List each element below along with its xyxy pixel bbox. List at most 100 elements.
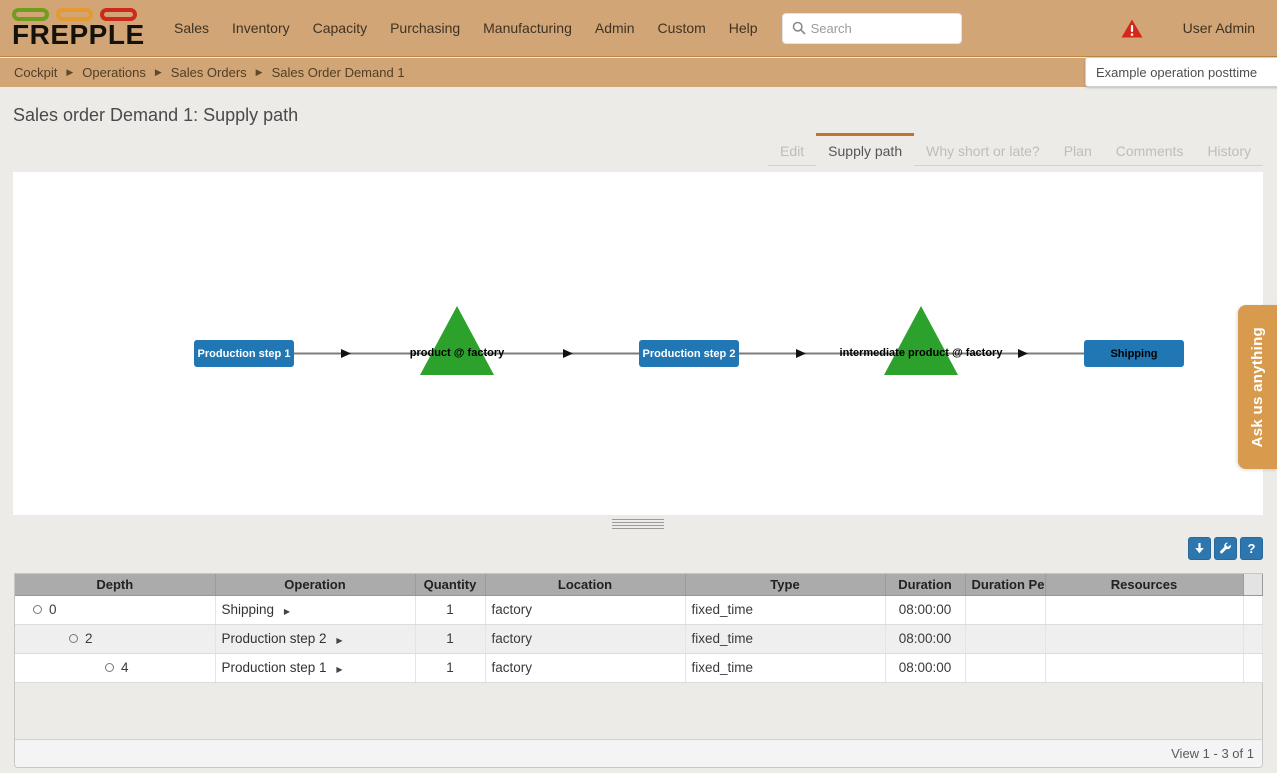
tree-node-icon[interactable]: [33, 605, 42, 614]
column-header-depth[interactable]: Depth: [15, 574, 215, 595]
tab-why-short-or-late[interactable]: Why short or late?: [914, 133, 1052, 166]
operation-menu-caret-icon[interactable]: ▶: [336, 636, 342, 645]
customize-button[interactable]: [1214, 537, 1237, 560]
logo-text: FREPPLE: [12, 22, 148, 48]
tab-bar: Edit Supply path Why short or late? Plan…: [768, 133, 1263, 166]
menu-item-sales[interactable]: Sales: [174, 20, 209, 36]
scrollbar-spacer: [1243, 574, 1262, 595]
main-menu: Sales Inventory Capacity Purchasing Manu…: [174, 20, 758, 36]
grid-pager: View 1 - 3 of 1: [15, 739, 1262, 767]
column-header-duration[interactable]: Duration: [885, 574, 965, 595]
tab-plan[interactable]: Plan: [1052, 133, 1104, 166]
search-icon: [792, 21, 806, 35]
buffer-label-intermediate-product-factory[interactable]: intermediate product @ factory: [840, 347, 1003, 359]
alert-triangle-icon[interactable]: [1121, 19, 1143, 38]
tab-supply-path[interactable]: Supply path: [816, 133, 914, 166]
user-menu[interactable]: User Admin: [1183, 20, 1255, 36]
type-cell: fixed_time: [685, 595, 885, 624]
type-cell: fixed_time: [685, 653, 885, 682]
frepple-logo[interactable]: FREPPLE: [12, 8, 148, 48]
duration-cell: 08:00:00: [885, 624, 965, 653]
menu-item-help[interactable]: Help: [729, 20, 758, 36]
navbar-right: User Admin: [1121, 19, 1255, 38]
type-cell: fixed_time: [685, 624, 885, 653]
depth-cell: 2: [21, 625, 209, 653]
scenario-info-box[interactable]: Example operation posttime: [1085, 57, 1277, 87]
operation-link-production-step-1[interactable]: Production step 1: [222, 660, 327, 675]
operation-menu-caret-icon[interactable]: ▶: [284, 607, 290, 616]
grid-table: Depth Operation Quantity Location Type D…: [15, 574, 1263, 683]
menu-item-admin[interactable]: Admin: [595, 20, 635, 36]
column-header-resources[interactable]: Resources: [1045, 574, 1243, 595]
operation-link-production-step-2[interactable]: Production step 2: [222, 631, 327, 646]
duration-per-cell: [965, 595, 1045, 624]
supply-path-diagram: Production step 1 product @ factory Prod…: [13, 172, 1263, 515]
location-cell: factory: [485, 595, 685, 624]
grid-header-row: Depth Operation Quantity Location Type D…: [15, 574, 1262, 595]
search-input[interactable]: [811, 21, 952, 36]
buffer-node-product-factory[interactable]: [420, 306, 494, 375]
spacer-cell: [1243, 624, 1262, 653]
tab-comments[interactable]: Comments: [1104, 133, 1196, 166]
location-cell: factory: [485, 653, 685, 682]
panel-resize-handle[interactable]: [612, 519, 664, 531]
spacer-cell: [1243, 653, 1262, 682]
grid-empty-area: [15, 683, 1262, 739]
supply-path-grid: Depth Operation Quantity Location Type D…: [14, 573, 1263, 768]
breadcrumb-sep-icon: ▶: [155, 67, 162, 78]
breadcrumb-cockpit[interactable]: Cockpit: [14, 65, 57, 80]
breadcrumb-sales-orders[interactable]: Sales Orders: [171, 65, 247, 80]
download-button[interactable]: [1188, 537, 1211, 560]
column-header-duration-per[interactable]: Duration Per Unit: [965, 574, 1045, 595]
breadcrumb-sales-order-demand-1[interactable]: Sales Order Demand 1: [272, 65, 405, 80]
grid-toolbar: ?: [1188, 537, 1263, 560]
menu-item-custom[interactable]: Custom: [658, 20, 706, 36]
wrench-icon: [1219, 542, 1232, 555]
menu-item-capacity[interactable]: Capacity: [313, 20, 367, 36]
tab-history[interactable]: History: [1195, 133, 1263, 166]
resources-cell: [1045, 595, 1243, 624]
duration-cell: 08:00:00: [885, 595, 965, 624]
table-row-production-step-2: 2 Production step 2 ▶ 1 factory fixed_ti…: [15, 624, 1262, 653]
resources-cell: [1045, 653, 1243, 682]
operation-node-production-step-2[interactable]: Production step 2: [639, 340, 739, 367]
operation-node-production-step-1[interactable]: Production step 1: [194, 340, 294, 367]
column-header-location[interactable]: Location: [485, 574, 685, 595]
menu-item-purchasing[interactable]: Purchasing: [390, 20, 460, 36]
resources-cell: [1045, 624, 1243, 653]
breadcrumb-operations[interactable]: Operations: [82, 65, 146, 80]
table-row-shipping: 0 Shipping ▶ 1 factory fixed_time 08:00:…: [15, 595, 1262, 624]
download-arrow-icon: [1193, 542, 1206, 555]
operation-link-shipping[interactable]: Shipping: [222, 602, 275, 617]
duration-cell: 08:00:00: [885, 653, 965, 682]
column-header-quantity[interactable]: Quantity: [415, 574, 485, 595]
depth-value: 4: [121, 660, 129, 675]
breadcrumb-sep-icon: ▶: [66, 67, 73, 78]
tree-node-icon[interactable]: [69, 634, 78, 643]
buffer-node-intermediate-product-factory[interactable]: [884, 306, 958, 375]
tab-edit[interactable]: Edit: [768, 133, 816, 166]
menu-item-inventory[interactable]: Inventory: [232, 20, 290, 36]
page-title: Sales order Demand 1: Supply path: [13, 105, 298, 126]
feedback-tab-label: Ask us anything: [1249, 327, 1266, 447]
search-box[interactable]: [782, 13, 962, 44]
frepple-app: FREPPLE Sales Inventory Capacity Purchas…: [0, 0, 1277, 773]
location-cell: factory: [485, 624, 685, 653]
feedback-tab[interactable]: Ask us anything: [1238, 305, 1277, 469]
operation-menu-caret-icon[interactable]: ▶: [336, 665, 342, 674]
column-header-type[interactable]: Type: [685, 574, 885, 595]
operation-node-shipping[interactable]: Shipping: [1084, 340, 1184, 367]
top-navbar: FREPPLE Sales Inventory Capacity Purchas…: [0, 0, 1277, 57]
tree-node-icon[interactable]: [105, 663, 114, 672]
breadcrumb: Cockpit ▶ Operations ▶ Sales Orders ▶ Sa…: [0, 58, 1277, 87]
duration-per-cell: [965, 624, 1045, 653]
help-button[interactable]: ?: [1240, 537, 1263, 560]
pager-status: View 1 - 3 of 1: [1171, 746, 1254, 761]
menu-item-manufacturing[interactable]: Manufacturing: [483, 20, 572, 36]
spacer-cell: [1243, 595, 1262, 624]
quantity-cell: 1: [415, 653, 485, 682]
depth-value: 2: [85, 631, 93, 646]
depth-cell: 0: [21, 596, 209, 624]
column-header-operation[interactable]: Operation: [215, 574, 415, 595]
buffer-label-product-factory[interactable]: product @ factory: [410, 347, 504, 359]
